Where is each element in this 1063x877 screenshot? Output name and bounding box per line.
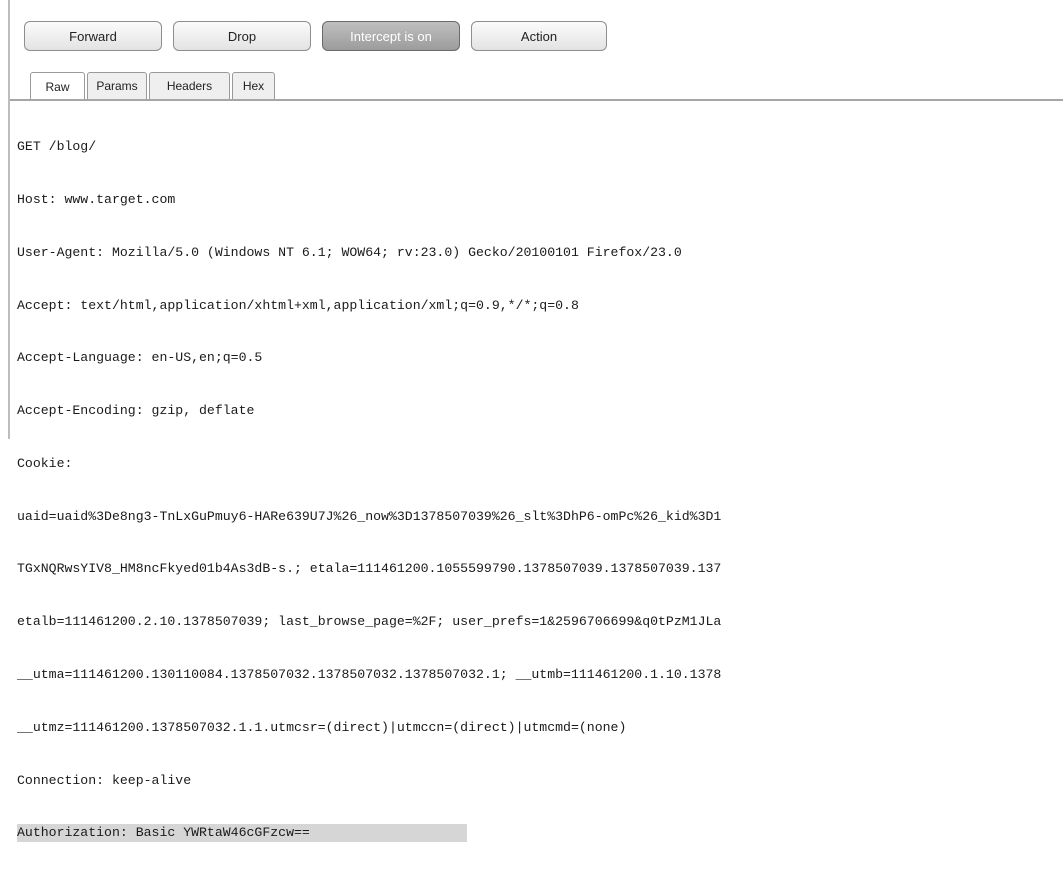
tab-headers[interactable]: Headers <box>149 72 230 99</box>
header-authorization-selected[interactable]: Authorization: Basic YWRtaW46cGFzcw== <box>17 824 467 842</box>
tab-divider <box>10 99 1063 101</box>
panel-left-border <box>8 0 10 439</box>
cookie-value-line: etalb=111461200.2.10.1378507039; last_br… <box>17 614 722 630</box>
header-cookie: Cookie: <box>17 455 73 471</box>
header-accept: Accept: text/html,application/xhtml+xml,… <box>17 297 579 313</box>
cookie-value-line: __utma=111461200.130110084.1378507032.13… <box>17 667 722 682</box>
tab-hex[interactable]: Hex <box>232 72 275 99</box>
tab-params[interactable]: Params <box>87 72 147 99</box>
message-view-tabs: Raw Params Headers Hex <box>30 72 277 100</box>
header-connection: Connection: keep-alive <box>17 772 192 788</box>
action-button[interactable]: Action <box>471 21 607 51</box>
raw-request-editor[interactable]: GET /blog/ Host: www.target.com User-Age… <box>17 103 1063 877</box>
intercept-toggle-button[interactable]: Intercept is on <box>322 21 460 51</box>
cookie-value-line: __utmz=111461200.1378507032.1.1.utmcsr=(… <box>17 719 627 735</box>
header-host: Host: www.target.com <box>17 191 176 207</box>
request-line: GET /blog/ <box>17 139 97 155</box>
header-accept-encoding: Accept-Encoding: gzip, deflate <box>17 403 255 419</box>
cookie-value-line: TGxNQRwsYIV8_HM8ncFkyed01b4As3dB-s.; eta… <box>17 561 722 577</box>
header-accept-language: Accept-Language: en-US,en;q=0.5 <box>17 350 263 366</box>
burp-proxy-intercept-panel: Forward Drop Intercept is on Action Raw … <box>0 0 1063 842</box>
cookie-value-line: uaid=uaid%3De8ng3-TnLxGuPmuy6-HARe639U7J… <box>17 508 722 524</box>
tab-raw[interactable]: Raw <box>30 72 85 100</box>
forward-button[interactable]: Forward <box>24 21 162 51</box>
drop-button[interactable]: Drop <box>173 21 311 51</box>
header-user-agent: User-Agent: Mozilla/5.0 (Windows NT 6.1;… <box>17 244 682 260</box>
intercept-toolbar: Forward Drop Intercept is on Action <box>24 21 607 53</box>
